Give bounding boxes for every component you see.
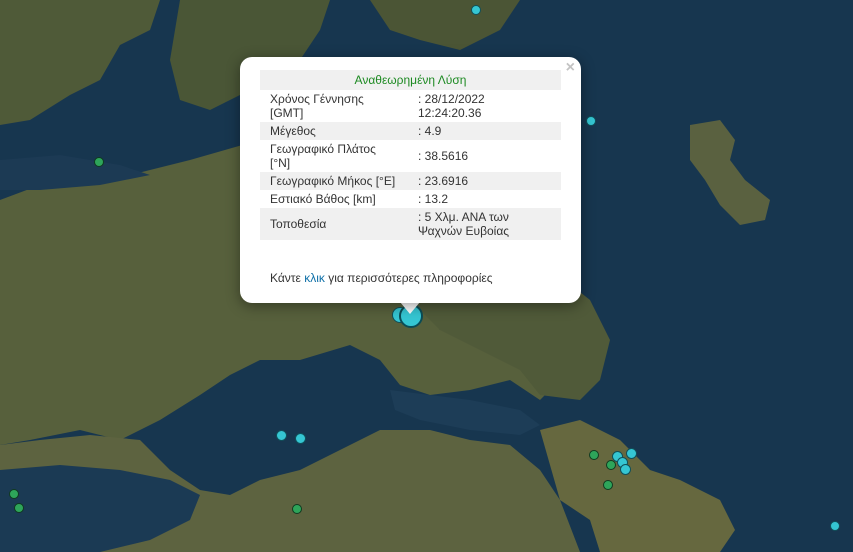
longitude-label: Γεωγραφικό Μήκος [°E] [270,174,396,188]
quake-marker[interactable] [830,521,840,531]
origin-time-value: : 28/12/2022 12:24:20.36 [418,92,485,120]
earthquake-info-popup: × Αναθεωρημένη Λύση Χρόνος Γέννησης [GMT… [240,57,581,303]
magnitude-value: : 4.9 [418,124,442,138]
quake-marker[interactable] [603,480,613,490]
location-value: : 5 Χλμ. ΑΝΑ των Ψαχνών Ευβοίας [418,210,510,238]
quake-marker[interactable] [295,433,306,444]
more-info-prefix: Κάντε [270,271,305,285]
magnitude-label: Μέγεθος [270,124,316,138]
latitude-value: : 38.5616 [418,149,469,163]
quake-marker[interactable] [276,430,287,441]
quake-marker[interactable] [9,489,19,499]
quake-marker[interactable] [589,450,599,460]
more-info-link[interactable]: κλικ [304,271,325,285]
quake-marker[interactable] [94,157,104,167]
more-info-suffix: για περισσότερες πληροφορίες [324,271,493,285]
quake-marker[interactable] [620,464,631,475]
latitude-label: Γεωγραφικό Πλάτος [°N] [270,142,376,170]
quake-marker[interactable] [471,5,481,15]
popup-header: Αναθεωρημένη Λύση [354,73,467,87]
location-label: Τοποθεσία [270,217,327,231]
quake-marker[interactable] [14,503,24,513]
info-table: Αναθεωρημένη Λύση Χρόνος Γέννησης [GMT] … [260,70,561,240]
quake-marker[interactable] [586,116,596,126]
origin-time-label: Χρόνος Γέννησης [GMT] [270,92,364,120]
close-icon[interactable]: × [566,60,575,76]
quake-marker[interactable] [606,460,616,470]
depth-label: Εστιακό Βάθος [km] [270,192,376,206]
depth-value: : 13.2 [418,192,449,206]
quake-marker[interactable] [292,504,302,514]
more-info-text: Κάντε κλικ για περισσότερες πληροφορίες [270,271,493,285]
longitude-value: : 23.6916 [418,174,469,188]
quake-marker[interactable] [626,448,637,459]
popup-tip [400,302,420,314]
